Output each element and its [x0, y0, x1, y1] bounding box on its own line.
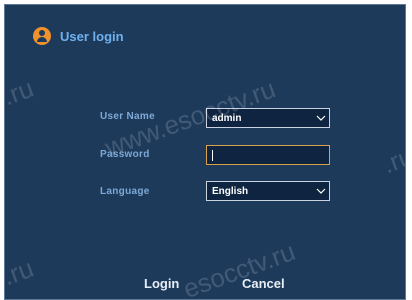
language-select[interactable]: English: [206, 181, 330, 201]
user-icon: [33, 27, 51, 45]
cancel-button[interactable]: Cancel: [242, 276, 285, 291]
chevron-down-icon[interactable]: [313, 109, 329, 127]
user-name-value: admin: [212, 112, 242, 124]
language-value: English: [212, 185, 249, 197]
dialog-title: User login: [60, 28, 124, 44]
user-name-label: User Name: [100, 111, 155, 122]
user-name-select[interactable]: admin: [206, 108, 330, 128]
password-field[interactable]: [206, 145, 330, 165]
chevron-down-icon[interactable]: [313, 182, 329, 200]
login-dialog: User login User Name admin Password Lang…: [4, 4, 406, 300]
login-button[interactable]: Login: [144, 276, 179, 291]
text-cursor: [212, 149, 213, 161]
language-label: Language: [100, 186, 150, 197]
password-label: Password: [100, 149, 150, 160]
dialog-header: User login: [33, 27, 124, 45]
watermark-text: .ru: [378, 140, 406, 180]
watermark-text: .ru: [4, 252, 38, 292]
watermark-text: .ru: [4, 72, 38, 112]
